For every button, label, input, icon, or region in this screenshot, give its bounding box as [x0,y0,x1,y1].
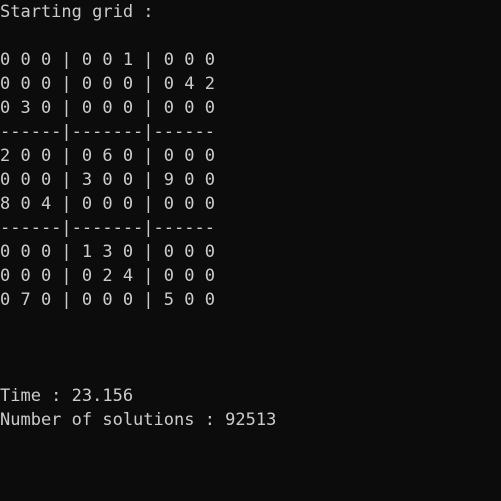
grid-separator-1: ------|-------|------ [0,122,215,142]
grid-row-9: 0 7 0 | 0 0 0 | 5 0 0 [0,290,215,310]
grid-separator-2: ------|-------|------ [0,218,215,238]
grid-row-3: 0 3 0 | 0 0 0 | 0 0 0 [0,98,215,118]
grid-row-7: 0 0 0 | 1 3 0 | 0 0 0 [0,242,215,262]
time-output: Time : 23.156 [0,386,134,406]
grid-row-4: 2 0 0 | 0 6 0 | 0 0 0 [0,146,215,166]
console-window: Starting grid : 0 0 0 | 0 0 1 | 0 0 0 0 … [0,0,501,501]
grid-row-1: 0 0 0 | 0 0 1 | 0 0 0 [0,50,215,70]
starting-grid-title: Starting grid : [0,2,154,22]
grid-row-5: 0 0 0 | 3 0 0 | 9 0 0 [0,170,215,190]
solutions-output: Number of solutions : 92513 [0,410,277,430]
grid-row-6: 8 0 4 | 0 0 0 | 0 0 0 [0,194,215,214]
grid-row-2: 0 0 0 | 0 0 0 | 0 4 2 [0,74,215,94]
grid-row-8: 0 0 0 | 0 2 4 | 0 0 0 [0,266,215,286]
